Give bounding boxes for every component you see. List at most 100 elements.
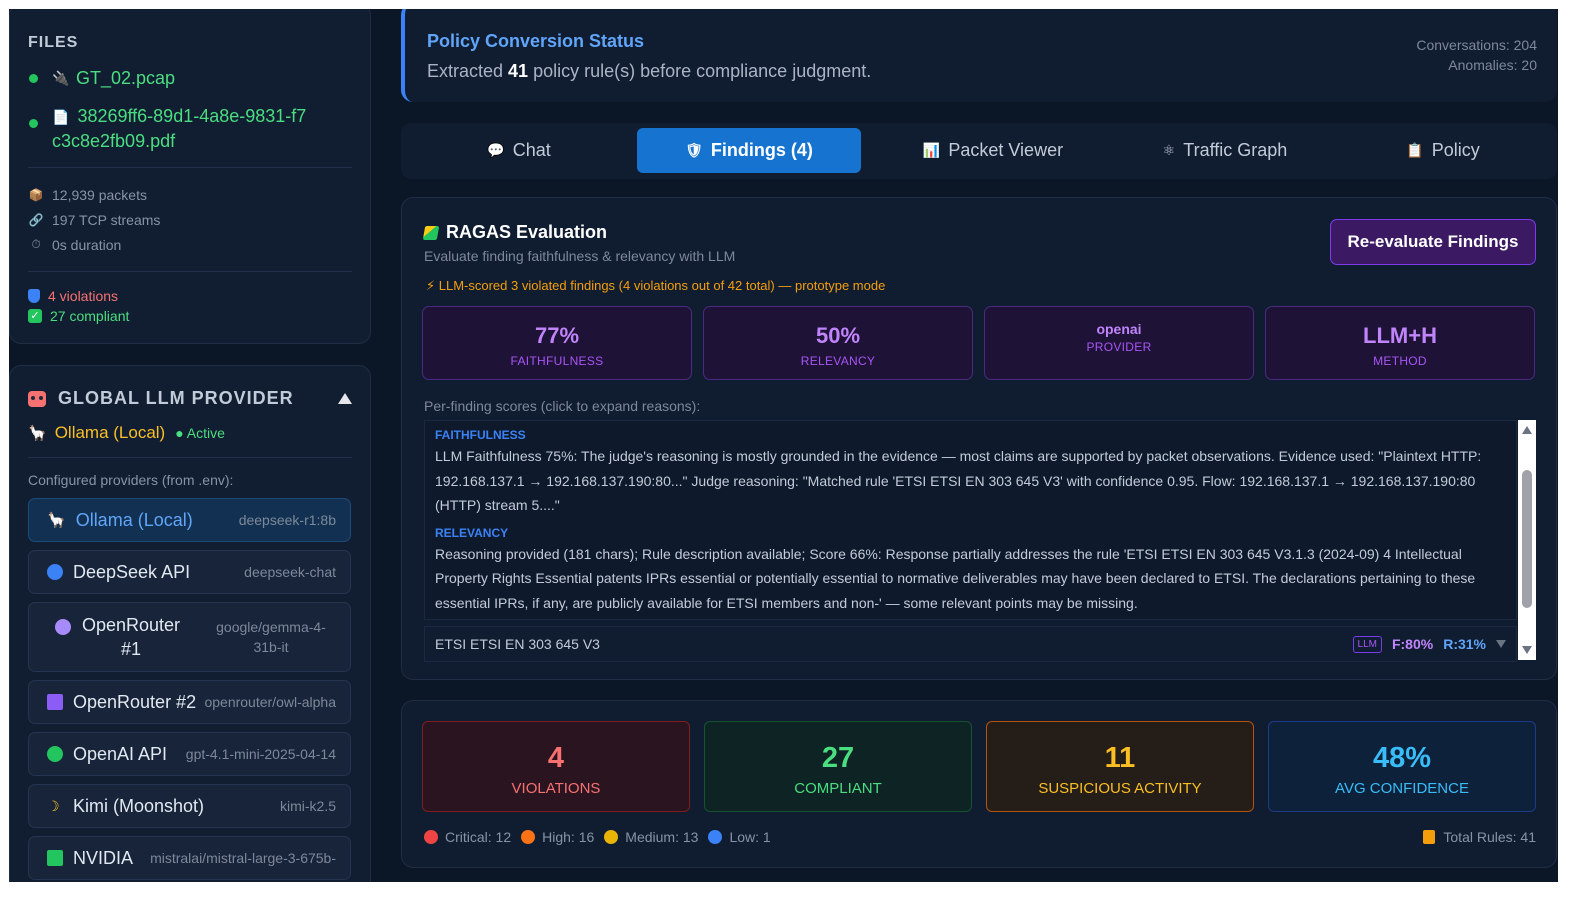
- shield-icon: [28, 289, 40, 303]
- divider: [28, 167, 352, 168]
- llm-provider-title: GLOBAL LLM PROVIDER: [58, 388, 294, 408]
- yellow-dot-icon: [604, 830, 619, 844]
- bar-chart-icon: 📊: [922, 142, 941, 158]
- tab-chat[interactable]: 💬 Chat: [421, 128, 617, 173]
- provider-openai[interactable]: OpenAI API gpt-4.1-mini-2025-04-14: [28, 732, 351, 776]
- ragas-subtitle: Evaluate finding faithfulness & relevanc…: [424, 248, 736, 264]
- streams-stat: 🔗 197 TCP streams: [28, 211, 161, 228]
- provider-metric: openai PROVIDER: [984, 306, 1254, 380]
- status-title: Policy Conversion Status: [427, 31, 645, 51]
- compliant-box: 27 COMPLIANT: [704, 721, 972, 812]
- re-evaluate-findings-button[interactable]: Re-evaluate Findings: [1330, 219, 1536, 265]
- active-provider: 🦙 Ollama (Local) ● Active: [28, 423, 225, 442]
- red-dot-icon: [424, 830, 438, 844]
- ragas-title: RAGAS Evaluation: [422, 222, 607, 243]
- scroll-up-icon[interactable]: [1522, 426, 1532, 434]
- tab-packet-viewer[interactable]: 📊 Packet Viewer: [881, 128, 1105, 173]
- violations-count: 4 violations: [28, 286, 352, 306]
- provider-ollama[interactable]: 🦙 Ollama (Local) deepseek-r1:8b: [28, 498, 351, 542]
- total-rules: Total Rules: 41: [1423, 829, 1536, 845]
- tab-policy[interactable]: 📋 Policy: [1345, 128, 1541, 173]
- high-legend-item: High: 16: [521, 829, 594, 845]
- moon-icon: ☽: [47, 798, 60, 814]
- purple-square-icon: [47, 694, 63, 710]
- packets-stat: 📦 12,939 packets: [28, 186, 147, 203]
- file-item-pcap[interactable]: 🔌 GT_02.pcap: [28, 66, 352, 90]
- provider-deepseek[interactable]: DeepSeek API deepseek-chat: [28, 550, 351, 594]
- stopwatch-icon: ⏱: [31, 237, 41, 251]
- tab-findings[interactable]: 🛡 Findings (4): [637, 128, 861, 173]
- per-finding-label: Per-finding scores (click to expand reas…: [424, 398, 701, 414]
- llm-provider-panel: GLOBAL LLM PROVIDER 🦙 Ollama (Local) ● A…: [9, 365, 371, 882]
- provider-openrouter-1[interactable]: OpenRouter #1 google/gemma-4-31b-it: [28, 602, 351, 672]
- divider: [28, 457, 352, 458]
- purple-circle-icon: [55, 619, 71, 635]
- llama-icon: 🦙: [28, 425, 47, 442]
- scroll-document-icon: [1423, 830, 1436, 844]
- loaded-status-dot: [29, 74, 38, 83]
- expand-caret-icon[interactable]: [1496, 640, 1506, 648]
- files-panel: FILES 🔌 GT_02.pcap 📄 38269ff6-89d1-4a8e-9…: [9, 9, 371, 344]
- orange-dot-icon: [521, 830, 536, 844]
- suspicious-activity-box: 11 SUSPICIOUS ACTIVITY: [986, 721, 1254, 812]
- status-counts: Conversations: 204 Anomalies: 20: [1416, 35, 1537, 75]
- file-name: 📄 38269ff6-89d1-4a8e-9831-f7c3c8e2fb09.pd…: [52, 106, 307, 151]
- tab-traffic-graph[interactable]: ⚛ Traffic Graph: [1113, 128, 1337, 173]
- findings-summary: 4 VIOLATIONS 27 COMPLIANT 11 SUSPICIOUS …: [401, 700, 1557, 868]
- network-icon: ⚛: [1162, 142, 1176, 158]
- loaded-status-dot: [29, 119, 38, 128]
- green-square-icon: [47, 850, 63, 866]
- duration-stat: ⏱ 0s duration: [28, 232, 352, 257]
- file-name: GT_02.pcap: [76, 68, 176, 88]
- low-legend-item: Low: 1: [708, 829, 771, 845]
- faithfulness-metric: 77% FAITHFULNESS: [422, 306, 692, 380]
- relevancy-label: RELEVANCY: [435, 525, 509, 540]
- faithfulness-label: FAITHFULNESS: [435, 428, 526, 442]
- collapse-caret-icon[interactable]: [338, 393, 352, 404]
- compliant-count: ✓ 27 compliant: [28, 306, 352, 326]
- configured-providers-label: Configured providers (from .env):: [28, 472, 234, 488]
- severity-legend: Critical: 12 High: 16 Medium: 13 Low: 1: [424, 829, 781, 845]
- scroll-down-icon[interactable]: [1522, 646, 1532, 654]
- pencil-icon: [422, 225, 440, 240]
- llm-provider-header[interactable]: GLOBAL LLM PROVIDER: [28, 388, 352, 409]
- pcap-file-icon: 🔌: [52, 70, 70, 86]
- blue-circle-icon: [47, 564, 63, 580]
- chat-bubble-icon: 💬: [487, 142, 505, 158]
- provider-nvidia[interactable]: NVIDIA mistralai/mistral-large-3-675b-: [28, 836, 351, 880]
- active-badge: ● Active: [175, 425, 225, 441]
- llm-tag: LLM: [1352, 635, 1382, 653]
- divider: [28, 271, 352, 272]
- link-icon: 🔗: [28, 212, 44, 227]
- robot-icon: [28, 390, 46, 407]
- prototype-warning: ⚡ LLM-scored 3 violated findings (4 viol…: [426, 278, 886, 293]
- files-title: FILES: [28, 34, 79, 51]
- medium-legend-item: Medium: 13: [604, 829, 698, 845]
- finding-row[interactable]: ETSI ETSI EN 303 645 V3 LLM F:80% R:31%: [424, 626, 1517, 662]
- check-icon: ✓: [28, 309, 42, 323]
- blue-dot-icon: [708, 830, 723, 844]
- faithfulness-reason: LLM Faithfulness 75%: The judge's reason…: [435, 448, 1482, 513]
- violations-box: 4 VIOLATIONS: [422, 721, 690, 812]
- scroll-thumb[interactable]: [1522, 470, 1532, 608]
- green-circle-icon: [47, 746, 63, 762]
- critical-legend-item: Critical: 12: [424, 829, 511, 845]
- findings-scrollbar[interactable]: [1518, 420, 1536, 660]
- llama-icon: 🦙: [47, 512, 66, 529]
- method-metric: LLM+H METHOD: [1265, 306, 1535, 380]
- anomalies-count: Anomalies: 20: [1448, 57, 1537, 73]
- pdf-file-icon: 📄: [52, 109, 70, 125]
- clipboard-icon: 📋: [1406, 142, 1424, 158]
- app-window: FILES 🔌 GT_02.pcap 📄 38269ff6-89d1-4a8e-9…: [9, 9, 1558, 882]
- rule-count: 41: [508, 61, 529, 81]
- provider-kimi[interactable]: ☽ Kimi (Moonshot) kimi-k2.5: [28, 784, 351, 828]
- avg-confidence-box: 48% AVG CONFIDENCE: [1268, 721, 1536, 812]
- ragas-evaluation-panel: RAGAS Evaluation Evaluate finding faithf…: [401, 197, 1557, 680]
- relevancy-score: R:31%: [1443, 636, 1486, 652]
- relevancy-metric: 50% RELEVANCY: [703, 306, 973, 380]
- rule-name: ETSI ETSI EN 303 645 V3: [435, 636, 600, 652]
- file-item-pdf[interactable]: 📄 38269ff6-89d1-4a8e-9831-f7c3c8e2fb09.pd…: [28, 104, 352, 153]
- status-summary: Extracted 41 policy rule(s) before compl…: [427, 61, 872, 81]
- tab-bar: 💬 Chat 🛡 Findings (4) 📊 Packet Viewer ⚛ …: [401, 123, 1557, 179]
- provider-openrouter-2[interactable]: OpenRouter #2 openrouter/owl-alpha: [28, 680, 351, 724]
